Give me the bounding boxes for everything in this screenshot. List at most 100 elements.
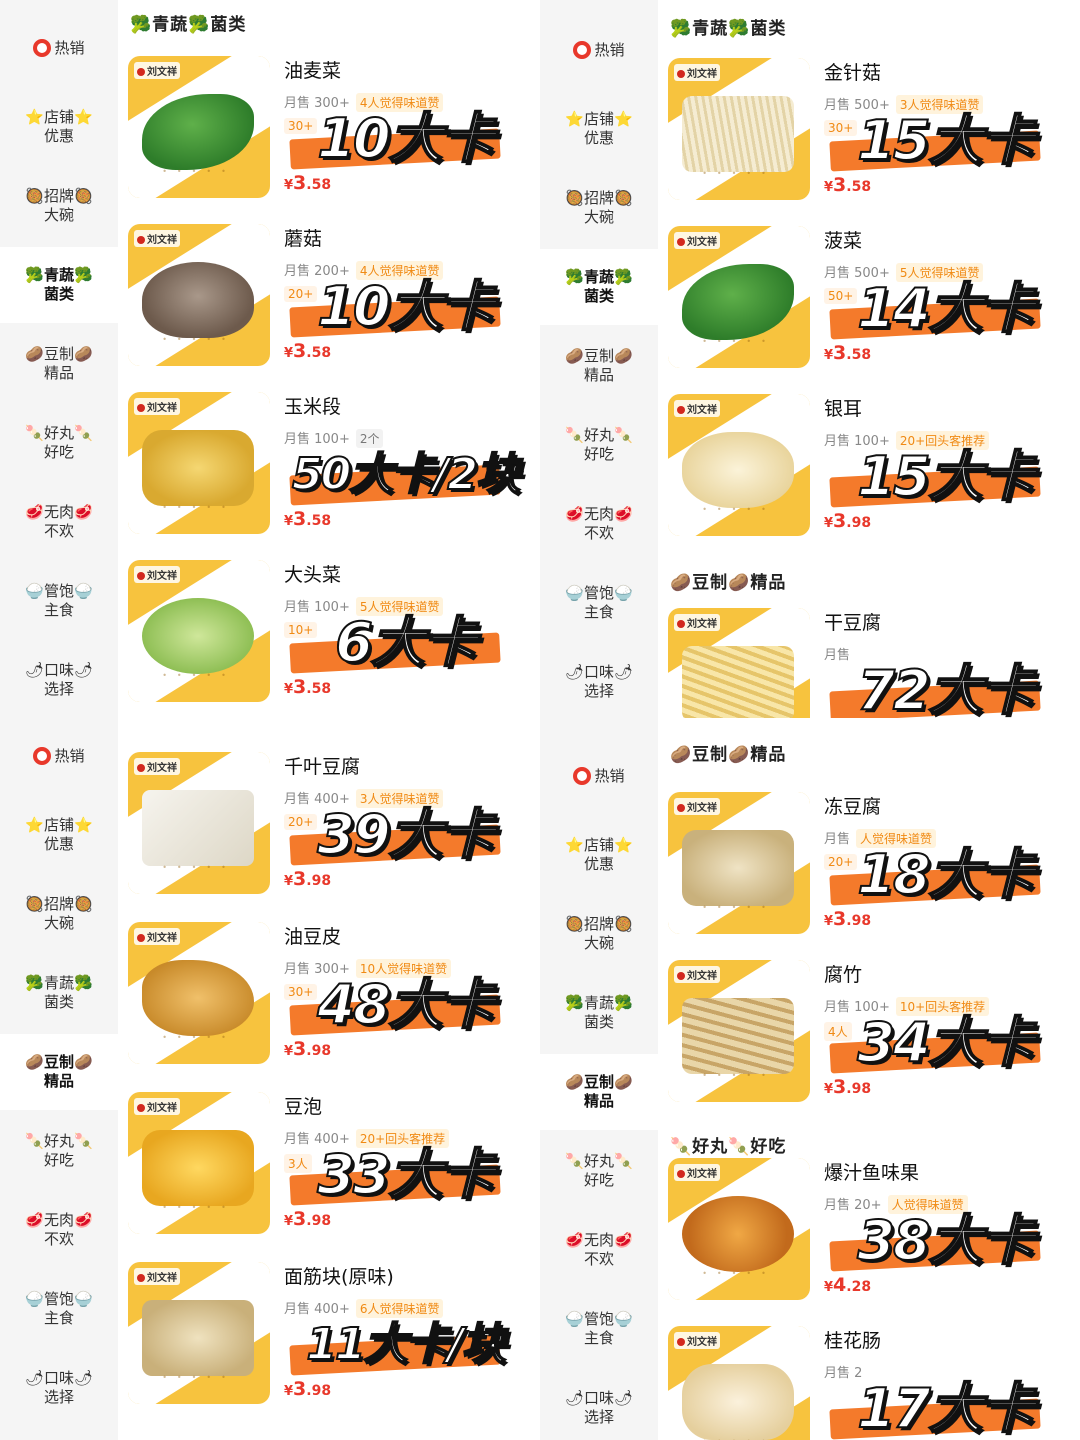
sidebar-item-label: 🍡好丸🍡 好吃 [25,424,93,461]
sidebar-item-rice[interactable]: 🍚管饱🍚 主食 [540,1291,658,1367]
calorie-overlay: 38大卡 [829,1208,1041,1274]
sidebar-item-rice[interactable]: 🍚管饱🍚 主食 [540,565,658,641]
sidebar-item-label: 热销 [54,38,85,57]
calorie-overlay: 6大卡 [289,610,501,676]
menu-item[interactable]: 刘文祥 ••••• 油麦菜 月售 300+ 4人觉得味道赞 30+ ¥3.58 10大卡 [128,56,540,206]
sidebar-item-chili[interactable]: 🌶口味🌶 选择 [540,1370,658,1440]
calorie-label: 48大卡 [316,973,495,1037]
brand-logo: 刘文祥 [674,1332,720,1349]
sidebar-item-star[interactable]: ⭐店铺⭐ 优惠 [0,797,118,873]
food-photo[interactable]: 刘文祥••••• [668,960,810,1102]
sidebar-item-chili[interactable]: 🌶口味🌶 选择 [0,642,118,718]
calorie-label: 15大卡 [856,109,1035,173]
sidebar-item-star[interactable]: ⭐店铺⭐ 优惠 [540,91,658,167]
sidebar-item-meat[interactable]: 🥩无肉🥩 不欢 [540,486,658,562]
sidebar-item-label: 🥩无肉🥩 不欢 [25,503,93,540]
menu-item[interactable]: 刘文祥•••••干豆腐月售72大卡 [668,608,1080,718]
menu-item[interactable]: 刘文祥 ••••• 金针菇 月售 500+ 3人觉得味道赞 30+ ¥3.58 15大卡 [668,58,1080,208]
menu-item[interactable]: 刘文祥 ••••• 大头菜 月售 100+ 5人觉得味道赞 10+ ¥3.58 6大卡 [128,560,540,710]
item-price: ¥3.58 [824,342,872,364]
food-photo[interactable]: 刘文祥••••• [128,922,270,1064]
calorie-label: 18大卡 [856,843,1035,907]
food-photo[interactable]: 刘文祥••••• [668,1158,810,1300]
food-photo[interactable]: 刘文祥••••• [128,752,270,894]
sidebar-item-bowl[interactable]: 🥘招牌🥘 大碗 [0,168,118,244]
menu-item[interactable]: 刘文祥 ••••• 面筋块(原味) 月售 400+ 6人觉得味道赞 ¥3.98 11大卡/块 [128,1262,540,1412]
sidebar-item-meat[interactable]: 🥩无肉🥩 不欢 [540,1212,658,1288]
sidebar-item-label: 🍚管饱🍚 主食 [25,1290,93,1327]
sidebar-item-broccoli[interactable]: 🥦青蔬🥦 菌类 [0,955,118,1031]
food-photo[interactable]: 刘文祥••••• [128,560,270,702]
sidebar-item-chili[interactable]: 🌶口味🌶 选择 [540,644,658,718]
item-price: ¥3.98 [284,1038,332,1060]
item-name: 桂花肠 [824,1330,882,1352]
photo-watermark: ••••• [702,903,776,912]
food-photo[interactable]: 刘文祥 ••••• [668,792,810,934]
sidebar-item-meat[interactable]: 🥩无肉🥩 不欢 [0,1192,118,1268]
sidebar-item-skewer[interactable]: 🍡好丸🍡 好吃 [540,1133,658,1209]
sidebar-item-hot-ring[interactable]: 热销 [540,738,658,814]
sidebar-item-bowl[interactable]: 🥘招牌🥘 大碗 [540,170,658,246]
food-photo[interactable]: 刘文祥••••• [128,224,270,366]
sidebar-item-label: 🍡好丸🍡 好吃 [565,426,633,463]
menu-item[interactable]: 刘文祥 ••••• 蘑菇 月售 200+ 4人觉得味道赞 20+ ¥3.58 10大卡 [128,224,540,374]
sidebar-item-rice[interactable]: 🍚管饱🍚 主食 [0,563,118,639]
sidebar-item-hot-ring[interactable]: 热销 [0,10,118,86]
category-sidebar: 热销 ⭐店铺⭐ 优惠 🥘招牌🥘 大碗 🥦青蔬🥦 菌类 🥔豆制🥔 精品 🍡好丸🍡 好吃 🥩无肉… [0,0,118,718]
sidebar-item-broccoli[interactable]: 🥦青蔬🥦 菌类 [540,249,658,325]
item-price: ¥3.58 [284,172,332,194]
item-name: 腐竹 [824,964,863,986]
brand-logo: 刘文祥 [134,230,180,247]
menu-item[interactable]: 刘文祥 ••••• 油豆皮 月售 300+ 10人觉得味道赞 30+ ¥3.98 48大卡 [128,922,540,1072]
menu-item[interactable]: 刘文祥 ••••• 银耳 月售 100+ 20+回头客推荐 ¥3.98 15大卡 [668,394,1080,544]
menu-item[interactable]: 刘文祥 ••••• 千叶豆腐 月售 400+ 3人觉得味道赞 20+ ¥3.98 39大卡 [128,752,540,902]
sidebar-item-label: 🥘招牌🥘 大碗 [565,915,633,952]
sidebar-item-potato[interactable]: 🥔豆制🥔 精品 [540,328,658,404]
brand-logo: 刘文祥 [134,1268,180,1285]
food-photo[interactable]: 刘文祥••••• [668,394,810,536]
food-photo[interactable]: 刘文祥••••• [128,1262,270,1404]
sidebar-item-hot-ring[interactable]: 热销 [540,12,658,88]
sidebar-item-skewer[interactable]: 🍡好丸🍡 好吃 [0,405,118,481]
menu-item[interactable]: 刘文祥 ••••• 冻豆腐 月售 人觉得味道赞 20+ ¥3.98 18大卡 [668,792,1080,942]
calorie-overlay: 39大卡 [289,802,501,868]
sidebar-item-broccoli[interactable]: 🥦青蔬🥦 菌类 [0,247,118,323]
brand-logo: 刘文祥 [674,798,720,815]
food-photo[interactable]: 刘文祥••••• [668,226,810,368]
food-photo[interactable]: 刘文祥••••• [128,1092,270,1234]
sidebar-item-star[interactable]: ⭐店铺⭐ 优惠 [0,89,118,165]
sidebar-item-broccoli[interactable]: 🥦青蔬🥦 菌类 [540,975,658,1051]
menu-content: 🥔豆制🥔精品 🍡好丸🍡好吃 刘文祥 ••••• 冻豆腐 月售 人觉得味道赞 20+ ¥3.9… [658,718,1080,1440]
category-sidebar: 热销 ⭐店铺⭐ 优惠 🥘招牌🥘 大碗 🥦青蔬🥦 菌类 🥔豆制🥔 精品 🍡好丸🍡 好吃 🥩无肉… [540,0,658,718]
sidebar-item-potato[interactable]: 🥔豆制🥔 精品 [0,1034,118,1110]
menu-item[interactable]: 刘文祥 ••••• 腐竹 月售 100+ 10+回头客推荐 4人 ¥3.98 34大卡 [668,960,1080,1110]
sidebar-item-potato[interactable]: 🥔豆制🥔 精品 [0,326,118,402]
brand-logo: 刘文祥 [134,398,180,415]
sidebar-item-label: 🥘招牌🥘 大碗 [25,895,93,932]
menu-item[interactable]: 刘文祥 ••••• 豆泡 月售 400+ 20+回头客推荐 3人 ¥3.98 33大卡 [128,1092,540,1242]
sidebar-item-chili[interactable]: 🌶口味🌶 选择 [0,1350,118,1426]
sidebar-item-bowl[interactable]: 🥘招牌🥘 大碗 [540,896,658,972]
sidebar-item-rice[interactable]: 🍚管饱🍚 主食 [0,1271,118,1347]
menu-item[interactable]: 刘文祥•••••桂花肠月售 217大卡 [668,1326,1080,1440]
food-photo[interactable]: 刘文祥••••• [668,608,810,718]
sidebar-item-bowl[interactable]: 🥘招牌🥘 大碗 [0,876,118,952]
item-name: 玉米段 [284,396,342,418]
calorie-overlay: 33大卡 [289,1142,501,1208]
menu-item[interactable]: 刘文祥 ••••• 菠菜 月售 500+ 5人觉得味道赞 50+ ¥3.58 14大卡 [668,226,1080,376]
brand-logo: 刘文祥 [674,966,720,983]
food-photo[interactable]: 刘文祥••••• [128,392,270,534]
sidebar-item-meat[interactable]: 🥩无肉🥩 不欢 [0,484,118,560]
food-photo[interactable]: 刘文祥••••• [668,58,810,200]
food-photo[interactable]: 刘文祥••••• [668,1326,810,1440]
food-photo[interactable]: 刘文祥••••• [128,56,270,198]
food-image [682,96,794,172]
menu-item[interactable]: 刘文祥 ••••• 玉米段 月售 100+ 2个 ¥3.58 50大卡/2块 [128,392,540,542]
sidebar-item-skewer[interactable]: 🍡好丸🍡 好吃 [540,407,658,483]
item-name: 金针菇 [824,62,882,84]
menu-item[interactable]: 刘文祥 ••••• 爆汁鱼味果 月售 20+ 人觉得味道赞 ¥4.28 38大卡 [668,1158,1080,1308]
sidebar-item-skewer[interactable]: 🍡好丸🍡 好吃 [0,1113,118,1189]
sidebar-item-star[interactable]: ⭐店铺⭐ 优惠 [540,817,658,893]
sidebar-item-hot-ring[interactable]: 热销 [0,718,118,794]
sidebar-item-potato[interactable]: 🥔豆制🥔 精品 [540,1054,658,1130]
